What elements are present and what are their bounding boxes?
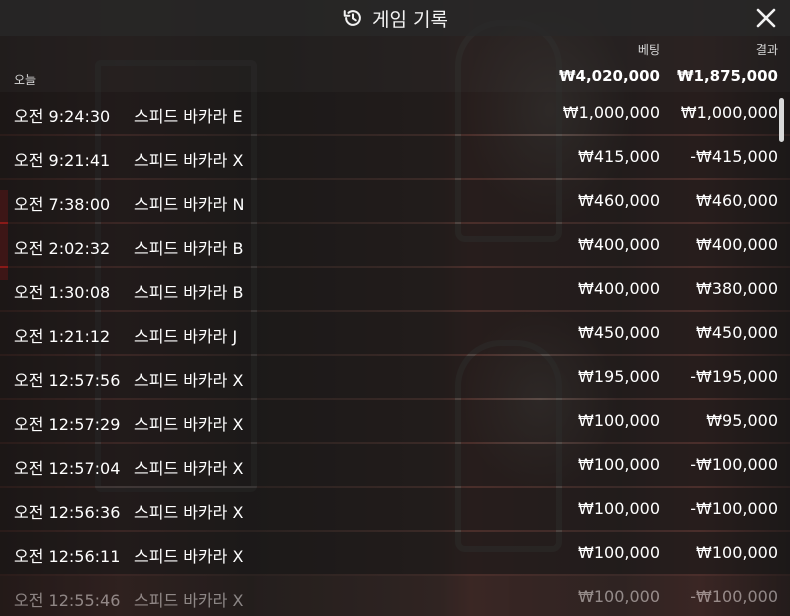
panel-header: 게임 기록: [0, 0, 790, 36]
row-bet: ₩100,000: [578, 411, 660, 430]
history-row[interactable]: 오전 7:38:00 스피드 바카라 N ₩460,000 ₩460,000: [0, 180, 790, 222]
row-time: 오전 9:21:41: [14, 151, 111, 170]
row-bet: ₩460,000: [578, 191, 660, 210]
scrollbar-thumb[interactable]: [779, 98, 784, 142]
row-game: 스피드 바카라 X: [134, 591, 244, 610]
history-list: 오전 9:24:30 스피드 바카라 E ₩1,000,000 ₩1,000,0…: [0, 92, 790, 616]
row-result: -₩195,000: [690, 367, 778, 386]
history-icon: [342, 7, 364, 29]
row-game: 스피드 바카라 N: [134, 195, 245, 214]
row-time: 오전 12:56:36: [14, 503, 121, 522]
row-result: ₩380,000: [696, 279, 778, 298]
row-result: ₩450,000: [696, 323, 778, 342]
close-icon[interactable]: [754, 6, 778, 30]
row-time: 오전 12:55:46: [14, 591, 121, 610]
summary-header: 베팅 결과 오늘 ₩4,020,000 ₩1,875,000: [0, 36, 790, 92]
row-game: 스피드 바카라 X: [134, 151, 244, 170]
history-row[interactable]: 오전 9:24:30 스피드 바카라 E ₩1,000,000 ₩1,000,0…: [0, 92, 790, 134]
row-result: ₩100,000: [696, 543, 778, 562]
row-bet: ₩100,000: [578, 543, 660, 562]
total-bet: ₩4,020,000: [558, 67, 660, 85]
row-time: 오전 1:30:08: [14, 283, 111, 302]
row-bet: ₩100,000: [578, 587, 660, 606]
today-label: 오늘: [14, 73, 37, 87]
row-bet: ₩100,000: [578, 455, 660, 474]
row-game: 스피드 바카라 X: [134, 547, 244, 566]
row-game: 스피드 바카라 J: [134, 327, 238, 346]
row-game: 스피드 바카라 B: [134, 283, 244, 302]
history-row[interactable]: 오전 12:57:04 스피드 바카라 X ₩100,000 -₩100,000: [0, 444, 790, 486]
row-time: 오전 2:02:32: [14, 239, 111, 258]
history-row[interactable]: 오전 12:57:29 스피드 바카라 X ₩100,000 ₩95,000: [0, 400, 790, 442]
row-game: 스피드 바카라 B: [134, 239, 244, 258]
title-group: 게임 기록: [0, 0, 790, 36]
row-bet: ₩100,000: [578, 499, 660, 518]
row-game: 스피드 바카라 X: [134, 415, 244, 434]
row-time: 오전 7:38:00: [14, 195, 111, 214]
row-time: 오전 12:57:29: [14, 415, 121, 434]
row-bet: ₩400,000: [578, 235, 660, 254]
history-row[interactable]: 오전 9:21:41 스피드 바카라 X ₩415,000 -₩415,000: [0, 136, 790, 178]
row-time: 오전 9:24:30: [14, 107, 111, 126]
history-row[interactable]: 오전 1:21:12 스피드 바카라 J ₩450,000 ₩450,000: [0, 312, 790, 354]
row-bet: ₩415,000: [578, 147, 660, 166]
row-time: 오전 12:57:04: [14, 459, 121, 478]
row-result: -₩100,000: [690, 499, 778, 518]
row-game: 스피드 바카라 X: [134, 503, 244, 522]
row-bet: ₩1,000,000: [562, 103, 660, 122]
row-game: 스피드 바카라 X: [134, 459, 244, 478]
row-time: 오전 12:56:11: [14, 547, 121, 566]
row-result: -₩100,000: [690, 455, 778, 474]
row-result: -₩415,000: [690, 147, 778, 166]
row-bet: ₩400,000: [578, 279, 660, 298]
game-history-panel: 게임 기록 베팅 결과 오늘 ₩4,020,000 ₩1,875,000 오전 …: [0, 0, 790, 616]
history-row[interactable]: 오전 12:56:11 스피드 바카라 X ₩100,000 ₩100,000: [0, 532, 790, 574]
row-result: ₩460,000: [696, 191, 778, 210]
history-row[interactable]: 오전 12:56:36 스피드 바카라 X ₩100,000 -₩100,000: [0, 488, 790, 530]
row-result: ₩400,000: [696, 235, 778, 254]
history-row[interactable]: 오전 12:55:46 스피드 바카라 X ₩100,000 -₩100,000: [0, 576, 790, 616]
row-game: 스피드 바카라 E: [134, 107, 243, 126]
row-result: -₩100,000: [690, 587, 778, 606]
history-row[interactable]: 오전 12:57:56 스피드 바카라 X ₩195,000 -₩195,000: [0, 356, 790, 398]
row-game: 스피드 바카라 X: [134, 371, 244, 390]
row-result: ₩95,000: [706, 411, 778, 430]
panel-title: 게임 기록: [372, 8, 448, 31]
row-bet: ₩195,000: [578, 367, 660, 386]
total-result: ₩1,875,000: [676, 67, 778, 85]
close-button[interactable]: [754, 6, 778, 30]
column-header-result: 결과: [755, 43, 778, 57]
row-result: ₩1,000,000: [680, 103, 778, 122]
row-bet: ₩450,000: [578, 323, 660, 342]
history-row[interactable]: 오전 2:02:32 스피드 바카라 B ₩400,000 ₩400,000: [0, 224, 790, 266]
row-time: 오전 12:57:56: [14, 371, 121, 390]
game-background: 게임 기록 베팅 결과 오늘 ₩4,020,000 ₩1,875,000 오전 …: [0, 0, 790, 616]
history-row[interactable]: 오전 1:30:08 스피드 바카라 B ₩400,000 ₩380,000: [0, 268, 790, 310]
column-header-bet: 베팅: [637, 43, 660, 57]
row-time: 오전 1:21:12: [14, 327, 111, 346]
